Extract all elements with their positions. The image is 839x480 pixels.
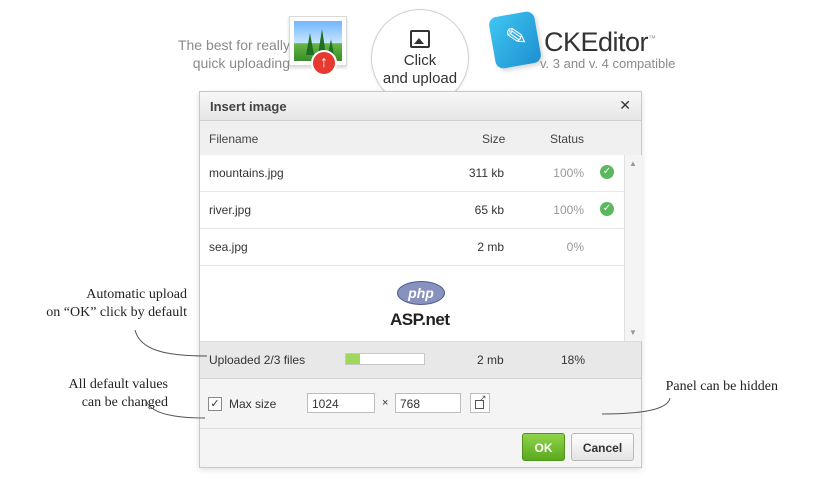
- annotation-connectors: [134, 329, 671, 419]
